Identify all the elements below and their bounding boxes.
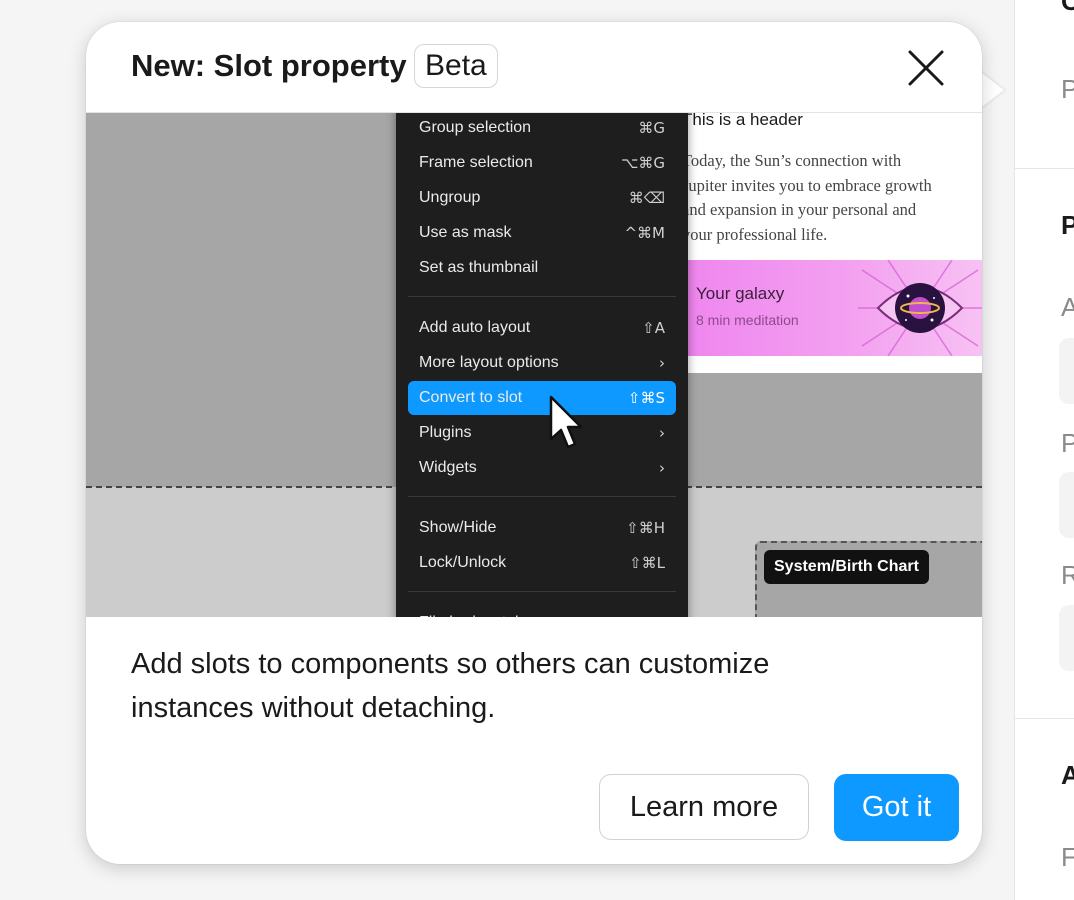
popover-header: New: Slot property Beta	[86, 22, 982, 113]
description-line: instances without detaching.	[131, 692, 496, 724]
galaxy-banner: Your galaxy 8 min meditation	[686, 260, 982, 356]
card-body-line: and expansion in your personal and	[682, 200, 917, 219]
menu-item-shortcut: ⇧H	[641, 606, 665, 617]
menu-item-label: Group selection	[419, 119, 532, 136]
menu-item-convert-to-slot[interactable]: Convert to slot ⇧⌘S	[408, 381, 676, 415]
menu-separator	[408, 296, 676, 297]
galaxy-eye-icon	[858, 260, 982, 356]
card-body: Today, the Sun’s connection with Jupiter…	[682, 149, 982, 247]
submenu-chevron-icon: ›	[659, 424, 665, 442]
panel-divider	[1015, 718, 1074, 719]
galaxy-subtitle: 8 min meditation	[696, 312, 799, 328]
popover-description: Add slots to components so others can cu…	[131, 642, 931, 730]
menu-separator	[408, 591, 676, 592]
menu-item-label: Ungroup	[419, 189, 481, 206]
feature-preview-image: This is a header Today, the Sun’s connec…	[86, 113, 982, 617]
close-icon	[908, 50, 944, 86]
card-body-line: Today, the Sun’s connection with	[682, 151, 902, 170]
feature-popover: New: Slot property Beta This is a header…	[86, 22, 982, 864]
panel-label: P	[1061, 74, 1074, 105]
menu-item-label: Widgets	[419, 459, 477, 476]
menu-item-shortcut: ⇧⌘S	[627, 389, 665, 407]
menu-item-label: Convert to slot	[419, 389, 523, 406]
menu-item-shortcut: ⌘G	[638, 119, 665, 137]
learn-more-button[interactable]: Learn more	[599, 774, 809, 840]
menu-item-widgets[interactable]: Widgets ›	[408, 451, 676, 485]
menu-item-shortcut: ⇧A	[642, 319, 665, 337]
menu-separator	[408, 496, 676, 497]
frame-name-tag: System/Birth Chart	[764, 550, 929, 584]
menu-item-group-selection[interactable]: Group selection ⌘G	[408, 113, 676, 145]
menu-item-label: More layout options	[419, 354, 559, 371]
beta-badge: Beta	[414, 44, 498, 88]
properties-panel: C P P A P R A F	[1014, 0, 1074, 900]
menu-item-frame-selection[interactable]: Frame selection ⌥⌘G	[408, 146, 676, 180]
panel-field[interactable]	[1059, 338, 1074, 404]
card-body-line: your professional life.	[682, 224, 828, 244]
panel-label: R	[1061, 560, 1074, 591]
menu-item-more-layout-options[interactable]: More layout options ›	[408, 346, 676, 380]
panel-section-title: P	[1061, 210, 1074, 241]
menu-item-label: Use as mask	[419, 224, 512, 241]
menu-item-show-hide[interactable]: Show/Hide ⇧⌘H	[408, 511, 676, 545]
description-line: Add slots to components so others can cu…	[131, 648, 770, 680]
panel-field[interactable]	[1059, 472, 1074, 538]
menu-item-plugins[interactable]: Plugins ›	[408, 416, 676, 450]
menu-item-label: Lock/Unlock	[419, 554, 507, 571]
menu-item-shortcut: ⌥⌘G	[621, 154, 665, 172]
menu-item-set-as-thumbnail[interactable]: Set as thumbnail	[408, 251, 676, 285]
card-body-line: Jupiter invites you to embrace growth	[682, 175, 932, 195]
menu-item-add-auto-layout[interactable]: Add auto layout ⇧A	[408, 311, 676, 345]
context-menu: Group selection ⌘G Frame selection ⌥⌘G U…	[396, 113, 688, 617]
menu-item-flip-horizontal[interactable]: Flip horizontal ⇧H	[408, 606, 676, 617]
card-header: This is a header	[682, 113, 803, 129]
panel-section-title: C	[1061, 0, 1074, 17]
menu-item-shortcut: ⇧⌘H	[626, 519, 665, 537]
menu-item-label: Show/Hide	[419, 519, 497, 536]
panel-field[interactable]	[1059, 605, 1074, 671]
menu-item-shortcut: ^⌘M	[624, 224, 665, 242]
close-button[interactable]	[906, 48, 946, 88]
galaxy-title: Your galaxy	[696, 284, 785, 303]
submenu-chevron-icon: ›	[659, 459, 665, 477]
submenu-chevron-icon: ›	[659, 354, 665, 372]
pointer-cursor-icon	[549, 395, 583, 449]
panel-divider	[1015, 168, 1074, 169]
menu-item-lock-unlock[interactable]: Lock/Unlock ⇧⌘L	[408, 546, 676, 580]
menu-item-ungroup[interactable]: Ungroup ⌘⌫	[408, 181, 676, 215]
panel-label: P	[1061, 428, 1074, 459]
menu-item-label: Set as thumbnail	[419, 259, 539, 276]
menu-item-shortcut: ⌘⌫	[628, 189, 665, 207]
got-it-button[interactable]: Got it	[834, 774, 959, 841]
menu-item-use-as-mask[interactable]: Use as mask ^⌘M	[408, 216, 676, 250]
menu-item-label: Add auto layout	[419, 319, 531, 336]
menu-item-label: Plugins	[419, 424, 472, 441]
popover-title: New: Slot property	[131, 48, 407, 83]
menu-item-label: Flip horizontal	[419, 606, 519, 617]
menu-item-shortcut: ⇧⌘L	[629, 554, 665, 572]
panel-label: A	[1061, 292, 1074, 323]
panel-label: F	[1061, 842, 1074, 873]
panel-section-title: A	[1061, 760, 1074, 791]
menu-item-label: Frame selection	[419, 154, 533, 171]
